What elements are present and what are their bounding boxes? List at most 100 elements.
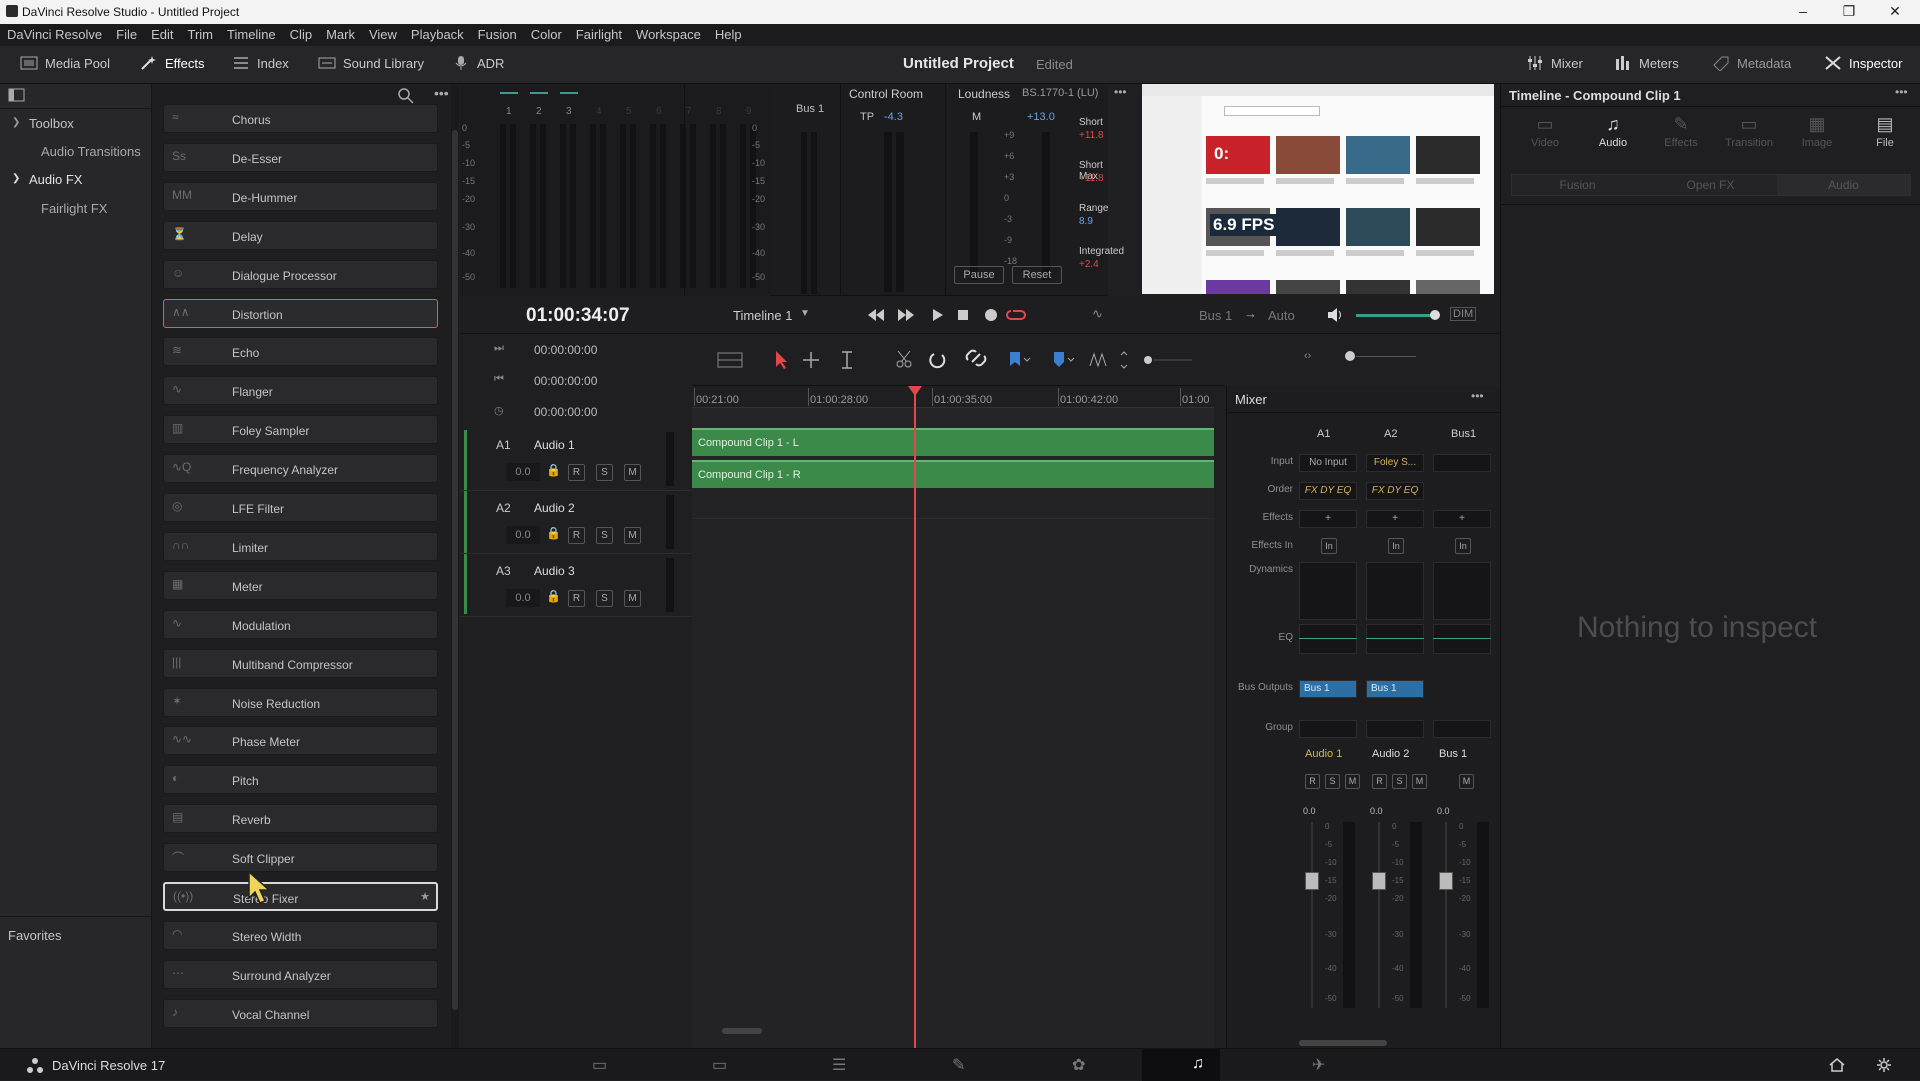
- deliver-page-icon[interactable]: ✈: [1312, 1055, 1325, 1075]
- menu-item[interactable]: Trim: [181, 24, 221, 42]
- mixer-order-slot[interactable]: FX DY EQ: [1366, 482, 1424, 500]
- inspector-tab-video[interactable]: ▭ Video: [1515, 114, 1575, 154]
- timeline-ruler[interactable]: 00:21:00 01:00:28:00 01:00:35:00 01:00:42:0…: [692, 386, 1214, 408]
- mixer-dynamics-graph[interactable]: [1366, 562, 1424, 620]
- monitor-volume-slider[interactable]: [1356, 314, 1438, 317]
- edit-page-icon[interactable]: ☰: [832, 1055, 846, 1075]
- menu-item[interactable]: Timeline: [220, 24, 283, 42]
- track-s-button[interactable]: S: [596, 464, 613, 481]
- menu-item[interactable]: Mark: [319, 24, 362, 42]
- menu-item[interactable]: View: [362, 24, 404, 42]
- reset-button[interactable]: Reset: [1012, 266, 1062, 284]
- effect-item[interactable]: ≋ Echo: [163, 337, 438, 367]
- mixer-bus-output[interactable]: [1433, 680, 1491, 698]
- loudness-options-icon[interactable]: •••: [1114, 85, 1127, 99]
- mixer-effects-add[interactable]: +: [1299, 510, 1357, 528]
- zoom-handle[interactable]: [1345, 351, 1355, 361]
- mixer-s-button[interactable]: S: [1392, 774, 1407, 789]
- inspector-button[interactable]: Inspector: [1824, 55, 1902, 71]
- menu-item[interactable]: Fairlight: [569, 24, 629, 42]
- mixer-effects-in-button[interactable]: In: [1321, 538, 1337, 554]
- fast-forward-button[interactable]: [898, 304, 918, 326]
- effect-item[interactable]: ◠ Stereo Width: [163, 920, 438, 950]
- play-button[interactable]: [930, 304, 948, 326]
- favorite-star-icon[interactable]: ★: [420, 890, 430, 903]
- flag-button[interactable]: [1006, 348, 1036, 372]
- mixer-order-slot[interactable]: FX DY EQ: [1299, 482, 1357, 500]
- effect-item[interactable]: ∿Q Frequency Analyzer: [163, 454, 438, 484]
- mixer-s-button[interactable]: S: [1325, 774, 1340, 789]
- effect-item[interactable]: ⋯ Surround Analyzer: [163, 959, 438, 989]
- maximize-icon[interactable]: ❐: [1826, 0, 1872, 24]
- minimize-icon[interactable]: –: [1780, 0, 1826, 24]
- menu-item[interactable]: DaVinci Resolve: [0, 24, 109, 42]
- effect-item[interactable]: ∩∩ Limiter: [163, 531, 438, 561]
- audio-fx-item[interactable]: Audio FX: [29, 172, 82, 187]
- rewind-button[interactable]: [868, 304, 888, 326]
- mixer-effects-add[interactable]: +: [1433, 510, 1491, 528]
- menu-item[interactable]: Workspace: [629, 24, 708, 42]
- edit-tool-button[interactable]: [838, 348, 858, 372]
- mixer-eq-graph[interactable]: [1366, 624, 1424, 654]
- media-page-icon[interactable]: ▭: [592, 1055, 607, 1075]
- effect-item[interactable]: ☺ Dialogue Processor: [163, 259, 438, 289]
- mixer-effects-add[interactable]: +: [1366, 510, 1424, 528]
- effect-item[interactable]: ✶ Noise Reduction: [163, 687, 438, 717]
- effects-scrollbar[interactable]: [451, 84, 459, 1048]
- playhead-marker[interactable]: [908, 386, 922, 396]
- effect-item[interactable]: ((•)) Stereo Fixer ★: [163, 882, 438, 911]
- mixer-m-button[interactable]: M: [1459, 774, 1474, 789]
- mixer-channel-name[interactable]: Bus 1: [1439, 748, 1467, 760]
- effects-button[interactable]: Effects: [140, 55, 205, 71]
- menu-item[interactable]: File: [109, 24, 144, 42]
- effect-item[interactable]: ◎ LFE Filter: [163, 493, 438, 522]
- mixer-dynamics-graph[interactable]: [1433, 562, 1491, 620]
- channel-fader[interactable]: [1305, 872, 1319, 890]
- menu-item[interactable]: Playback: [404, 24, 471, 42]
- speaker-icon[interactable]: [1326, 306, 1344, 324]
- fusion-page-icon[interactable]: ✎: [952, 1055, 965, 1075]
- viewer-panel[interactable]: 6.9 FPS 0:: [1142, 84, 1494, 294]
- mixer-input-slot[interactable]: Foley S...: [1366, 454, 1424, 472]
- mixer-group-slot[interactable]: [1299, 720, 1357, 738]
- mixer-channel-name[interactable]: Audio 2: [1372, 748, 1409, 760]
- mixer-m-button[interactable]: M: [1345, 774, 1360, 789]
- effect-item[interactable]: ◐ Pitch: [163, 765, 438, 795]
- mixer-eq-graph[interactable]: [1299, 624, 1357, 654]
- mixer-eq-graph[interactable]: [1433, 624, 1491, 654]
- zoom-slider[interactable]: [1142, 348, 1232, 372]
- sound-library-button[interactable]: Sound Library: [318, 55, 424, 71]
- media-pool-button[interactable]: Media Pool: [20, 55, 110, 71]
- clip-right[interactable]: Compound Clip 1 - R: [692, 460, 1214, 488]
- close-icon[interactable]: ✕: [1872, 0, 1918, 24]
- timeline-selector[interactable]: Timeline 1: [733, 308, 792, 323]
- mixer-r-button[interactable]: R: [1372, 774, 1387, 789]
- mixer-input-slot[interactable]: No Input: [1299, 454, 1357, 472]
- dim-button[interactable]: DIM: [1450, 307, 1477, 321]
- link-button[interactable]: [962, 348, 990, 372]
- waveform-button[interactable]: [1086, 348, 1110, 372]
- channel-fader[interactable]: [1372, 872, 1386, 890]
- snap-button[interactable]: [928, 348, 950, 372]
- fairlight-fx-item[interactable]: Fairlight FX: [41, 201, 107, 216]
- inspector-subtab[interactable]: Fusion: [1511, 175, 1644, 195]
- color-page-icon[interactable]: ✿: [1072, 1055, 1085, 1075]
- track-r-button[interactable]: R: [568, 464, 585, 481]
- effect-item[interactable]: MM De-Hummer: [163, 181, 438, 211]
- menu-item[interactable]: Clip: [283, 24, 319, 42]
- timeline-scrollbar[interactable]: [722, 1028, 762, 1034]
- fairlight-page-icon[interactable]: ♫: [1192, 1055, 1204, 1073]
- automation-mode[interactable]: Auto: [1268, 308, 1295, 323]
- mixer-options-icon[interactable]: •••: [1471, 389, 1484, 403]
- marker-button[interactable]: [1050, 348, 1080, 372]
- loop-button[interactable]: [1012, 304, 1036, 326]
- menu-item[interactable]: Edit: [144, 24, 180, 42]
- clip-left[interactable]: Compound Clip 1 - L: [692, 428, 1214, 456]
- pause-button[interactable]: Pause: [954, 266, 1004, 284]
- effect-item[interactable]: ∿ Modulation: [163, 609, 438, 639]
- menu-item[interactable]: Color: [524, 24, 569, 42]
- automation-icon[interactable]: ∿: [1092, 306, 1103, 322]
- inspector-tab-file[interactable]: ▤ File: [1855, 114, 1915, 154]
- mixer-group-slot[interactable]: [1366, 720, 1424, 738]
- mixer-group-slot[interactable]: [1433, 720, 1491, 738]
